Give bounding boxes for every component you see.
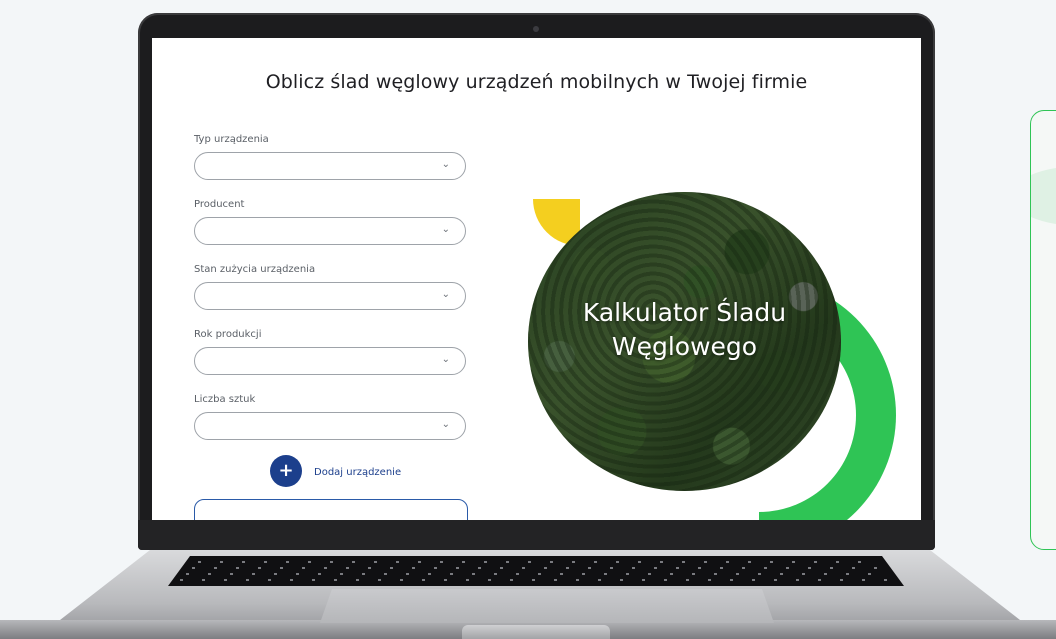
manufacturer-select[interactable]: ⌄	[194, 217, 466, 245]
add-device-button[interactable]: +	[270, 455, 302, 487]
key-row	[192, 567, 884, 569]
quantity-select[interactable]: ⌄	[194, 412, 466, 440]
key-row	[186, 573, 890, 575]
chevron-down-icon: ⌄	[441, 289, 450, 300]
chevron-down-icon: ⌄	[441, 224, 450, 235]
keyboard	[168, 556, 904, 586]
add-device-link[interactable]: Dodaj urządzenie	[314, 467, 401, 478]
hero-title-line2: Węglowego	[611, 332, 758, 361]
page-title: Oblicz ślad węglowy urządzeń mobilnych w…	[265, 71, 808, 93]
hero-title-line1: Kalkulator Śladu	[582, 298, 787, 327]
camera-icon	[533, 26, 539, 32]
hero-title: Kalkulator Śladu Węglowego	[528, 296, 841, 364]
chevron-down-icon: ⌄	[441, 354, 450, 365]
trackpad	[320, 589, 774, 623]
stage: Oblicz ślad węglowy urządzeń mobilnych w…	[0, 0, 1056, 639]
production-year-select[interactable]: ⌄	[194, 347, 466, 375]
laptop-notch	[462, 625, 610, 639]
side-card	[1030, 110, 1056, 550]
laptop-screen: Oblicz ślad węglowy urządzeń mobilnych w…	[152, 38, 921, 520]
field-label-wear-condition: Stan zużycia urządzenia	[194, 264, 316, 275]
key-row	[180, 579, 896, 581]
field-label-manufacturer: Producent	[194, 199, 245, 210]
next-device-card	[194, 499, 468, 520]
field-label-quantity: Liczba sztuk	[194, 394, 256, 405]
field-label-device-type: Typ urządzenia	[194, 134, 269, 145]
laptop-chin	[138, 520, 935, 550]
chevron-down-icon: ⌄	[441, 419, 450, 430]
device-type-select[interactable]: ⌄	[194, 152, 466, 180]
key-row	[198, 561, 878, 563]
chevron-down-icon: ⌄	[441, 159, 450, 170]
field-label-production-year: Rok produkcji	[194, 329, 262, 340]
wear-condition-select[interactable]: ⌄	[194, 282, 466, 310]
